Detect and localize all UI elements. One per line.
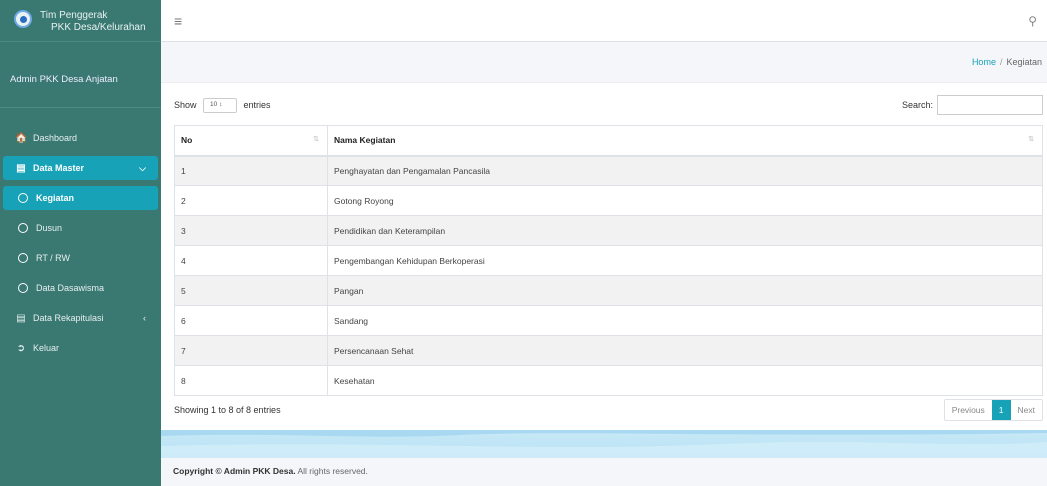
cell-no: 6: [174, 305, 328, 336]
brand-line2: PKK Desa/Kelurahan: [51, 22, 146, 33]
table-row: 5 Pangan: [174, 275, 1043, 306]
table-row: 4 Pengembangan Kehidupan Berkoperasi: [174, 245, 1043, 276]
sidebar-item-label: Data Dasawisma: [36, 283, 105, 293]
circle-icon: [18, 283, 28, 293]
cell-nama-kegiatan: Penghayatan dan Pengamalan Pancasila: [327, 155, 1043, 186]
decorative-wave: [161, 430, 1047, 458]
table-row: 3 Pendidikan dan Keterampilan: [174, 215, 1043, 246]
pkk-logo-icon: [14, 10, 32, 28]
sidebar-item-rt-rw[interactable]: RT / RW: [3, 246, 158, 270]
sidebar-item-data-dasawisma[interactable]: Data Dasawisma: [3, 276, 158, 300]
user-icon[interactable]: ⚲: [1028, 14, 1037, 28]
cell-nama-kegiatan: Pendidikan dan Keterampilan: [327, 215, 1043, 246]
copyright-strong: Copyright © Admin PKK Desa.: [173, 466, 296, 476]
sidebar-item-label: Dusun: [36, 223, 63, 233]
cell-no: 1: [174, 155, 328, 186]
folder-icon: ▤: [16, 312, 26, 324]
chevron-down-icon: ⌵: [139, 162, 146, 173]
table-row: 7 Persencanaan Sehat: [174, 335, 1043, 366]
cell-nama-kegiatan: Kesehatan: [327, 365, 1043, 396]
top-navbar: ≡ ⚲: [161, 0, 1047, 42]
entries-length-select[interactable]: 10 ↕: [203, 97, 238, 113]
entries-label: entries: [243, 99, 271, 110]
column-header-no[interactable]: No ⇅: [174, 125, 328, 157]
copyright-rest: All rights reserved.: [295, 466, 368, 476]
sidebar-item-label: Data Master: [33, 163, 85, 173]
circle-icon: [18, 223, 28, 233]
header-label: Nama Kegiatan: [334, 135, 396, 146]
table-row: 8 Kesehatan: [174, 365, 1043, 396]
sidebar-item-label: RT / RW: [36, 253, 71, 263]
sidebar-item-data-master[interactable]: ▤ Data Master ⌵: [3, 156, 158, 180]
cell-no: 3: [174, 215, 328, 246]
circle-icon: [18, 253, 28, 263]
home-icon: 🏠: [15, 132, 28, 144]
pagination: Previous 1 Next: [943, 399, 1043, 421]
table-controls: Show 10 ↕ entries Search:: [174, 95, 1043, 115]
brand-link[interactable]: Tim Penggerak PKK Desa/Kelurahan: [0, 0, 161, 42]
previous-button[interactable]: Previous: [945, 400, 992, 420]
search-label: Search:: [901, 100, 933, 110]
breadcrumb-home-link[interactable]: Home: [972, 57, 996, 67]
search-control: Search:: [902, 95, 1043, 115]
cell-no: 4: [174, 245, 328, 276]
cell-nama-kegiatan: Pangan: [327, 275, 1043, 306]
cell-no: 2: [174, 185, 328, 216]
user-name[interactable]: Admin PKK Desa Anjatan: [10, 74, 118, 85]
circle-icon: [18, 193, 28, 203]
column-header-nama-kegiatan[interactable]: Nama Kegiatan ⇅: [327, 125, 1043, 157]
cell-no: 8: [174, 365, 328, 396]
cell-no: 7: [174, 335, 328, 366]
table-row: 1 Penghayatan dan Pengamalan Pancasila: [174, 155, 1043, 186]
length-control: Show 10 ↕ entries: [174, 97, 271, 113]
sort-icon: ⇅: [1028, 136, 1034, 144]
sidebar-item-label: Data Rekapitulasi: [33, 313, 104, 323]
sidebar-item-keluar[interactable]: ➲ Keluar: [3, 336, 158, 360]
folder-icon: ▤: [16, 162, 26, 174]
brand-line1: Tim Penggerak: [40, 10, 108, 21]
cell-nama-kegiatan: Gotong Royong: [327, 185, 1043, 216]
cell-no: 5: [174, 275, 328, 306]
show-label: Show: [174, 99, 197, 110]
table-footer: Showing 1 to 8 of 8 entries Previous 1 N…: [174, 399, 1043, 421]
kegiatan-card: Show 10 ↕ entries Search: No ⇅ Nama Kegi…: [161, 82, 1047, 430]
header-label: No: [181, 135, 193, 146]
next-button[interactable]: Next: [1011, 400, 1042, 420]
length-value: 10: [210, 100, 218, 108]
brand-text: Tim Penggerak PKK Desa/Kelurahan: [40, 10, 146, 34]
sidebar-nav: 🏠 Dashboard ▤ Data Master ⌵ Kegiatan Dus…: [0, 108, 161, 360]
footer-copyright: Copyright © Admin PKK Desa. All rights r…: [173, 466, 368, 476]
sidebar-item-dusun[interactable]: Dusun: [3, 216, 158, 240]
breadcrumb: Home / Kegiatan: [161, 42, 1047, 82]
sidebar-item-label: Keluar: [33, 343, 60, 353]
page-1-button[interactable]: 1: [991, 400, 1011, 420]
menu-toggle-icon[interactable]: ≡: [174, 13, 182, 29]
user-panel[interactable]: Admin PKK Desa Anjatan: [0, 52, 161, 108]
breadcrumb-current: Kegiatan: [1006, 57, 1042, 67]
sidebar-item-label: Dashboard: [33, 133, 78, 143]
cell-nama-kegiatan: Pengembangan Kehidupan Berkoperasi: [327, 245, 1043, 276]
logout-icon: ➲: [16, 342, 26, 354]
table-info: Showing 1 to 8 of 8 entries: [174, 405, 281, 415]
sidebar: Tim Penggerak PKK Desa/Kelurahan Admin P…: [0, 0, 161, 486]
table-row: 6 Sandang: [174, 305, 1043, 336]
cell-nama-kegiatan: Sandang: [327, 305, 1043, 336]
sidebar-item-dashboard[interactable]: 🏠 Dashboard: [3, 126, 158, 150]
sidebar-item-kegiatan[interactable]: Kegiatan: [3, 186, 158, 210]
sort-icon: ⇅: [313, 136, 319, 144]
breadcrumb-separator: /: [999, 57, 1003, 67]
sidebar-item-data-rekapitulasi[interactable]: ▤ Data Rekapitulasi ‹: [3, 306, 158, 330]
sidebar-item-label: Kegiatan: [36, 193, 75, 203]
table-header-row: No ⇅ Nama Kegiatan ⇅: [174, 125, 1043, 157]
cell-nama-kegiatan: Persencanaan Sehat: [327, 335, 1043, 366]
search-input[interactable]: [937, 95, 1043, 115]
table-row: 2 Gotong Royong: [174, 185, 1043, 216]
chevron-left-icon: ‹: [143, 313, 146, 323]
kegiatan-table: No ⇅ Nama Kegiatan ⇅ 1 Penghayatan dan P…: [174, 125, 1043, 396]
